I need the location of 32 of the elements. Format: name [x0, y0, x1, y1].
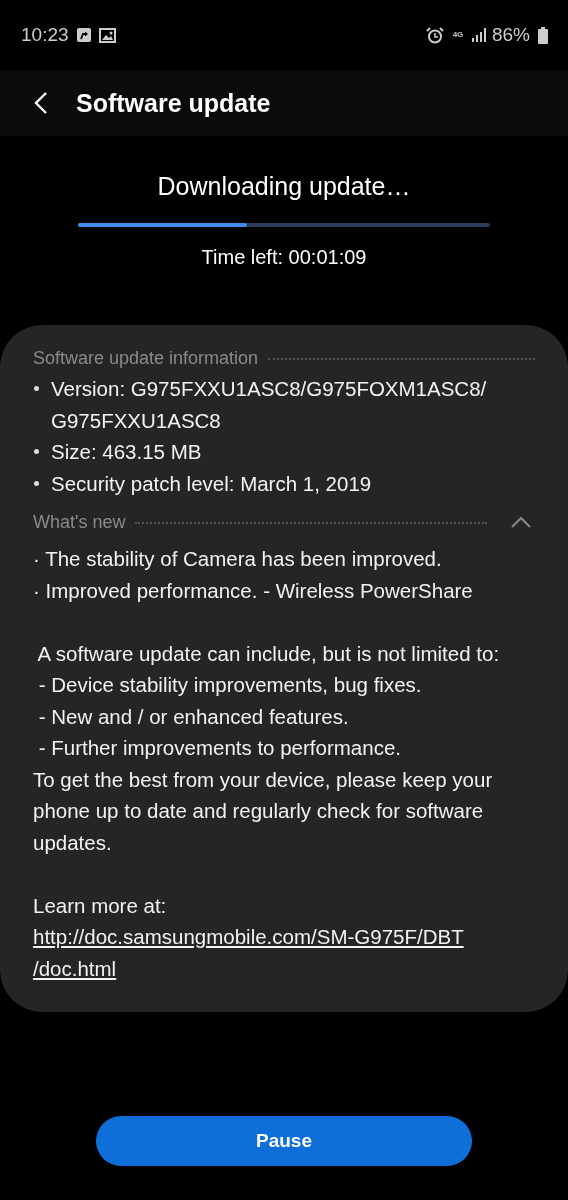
link[interactable]: /doc.html — [33, 952, 117, 984]
time-left: Time left: 00:01:09 — [201, 246, 367, 269]
info-line: Size: 463.15 MB — [51, 439, 202, 465]
info-line: G975FXXU1ASC8 — [51, 407, 222, 434]
release-note: · The stability of Camera has been improved. — [33, 546, 443, 572]
description-line: To get the best from your device, please keep your — [33, 766, 494, 793]
bullet-icon — [34, 480, 39, 486]
bullet-icon — [34, 449, 39, 454]
signal-icon — [471, 28, 487, 42]
clock-time: 10:23 — [21, 24, 69, 46]
info-line: Security patch level: March 1, 2019 — [51, 470, 372, 497]
description-line: - Further improvements to performance. — [37, 735, 402, 761]
battery-percent: 86% — [491, 24, 530, 46]
link[interactable]: http://doc.samsungmobile.com/SM-G975F/DBT — [33, 921, 464, 953]
battery-icon — [538, 26, 548, 44]
description-line: updates. — [33, 829, 113, 856]
description-line: phone up to date and regularly check for software — [33, 798, 485, 824]
bullet-icon — [34, 386, 39, 391]
release-note: · Improved performance. - Wireless PowerShare — [33, 577, 474, 604]
description-line: A software update can include, but is not limited to: — [36, 640, 501, 667]
image-icon — [98, 27, 116, 43]
info-line: Version: G975FXXU1ASC8/G975FOXM1ASC8/ — [51, 376, 487, 402]
network-type-label: 4G — [451, 31, 464, 39]
alarm-icon — [425, 26, 444, 44]
section-heading: Software update information — [33, 347, 259, 369]
description-line: - New and / or enhanced features. — [37, 703, 350, 730]
learn-more-label: Learn more at: — [33, 892, 168, 919]
description-line: - Device stability improvements, bug fixes. — [37, 672, 423, 698]
pause-button[interactable]: Pause — [96, 1116, 472, 1166]
page-title: Software update — [76, 88, 271, 118]
status-heading: Downloading update… — [157, 172, 411, 201]
section-heading: What's new — [33, 511, 126, 533]
